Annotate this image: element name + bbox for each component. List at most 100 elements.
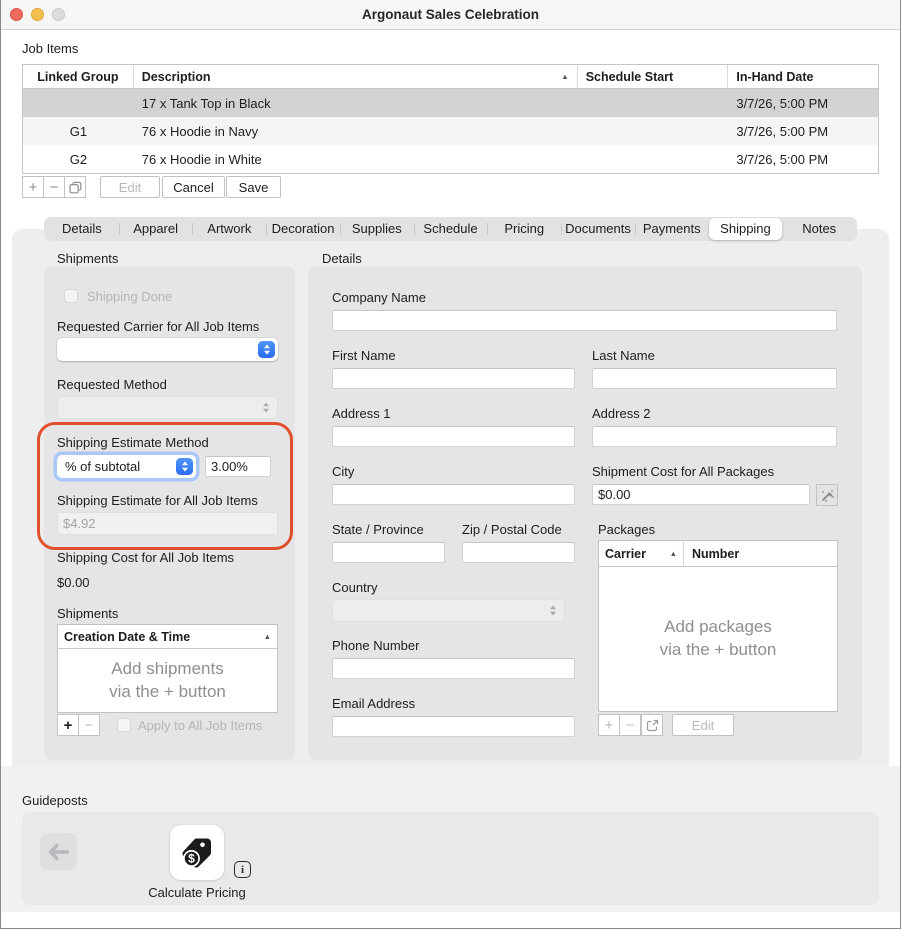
- company-name-label: Company Name: [332, 290, 426, 305]
- city-label: City: [332, 464, 354, 479]
- column-header-description[interactable]: Description▲: [134, 65, 578, 88]
- calculate-shipment-cost-button[interactable]: [816, 484, 838, 506]
- address1-label: Address 1: [332, 406, 391, 421]
- packages-table-header: Carrier ▲ Number: [599, 541, 837, 567]
- city-field[interactable]: [332, 484, 575, 505]
- first-name-label: First Name: [332, 348, 396, 363]
- shipments-table-header[interactable]: Creation Date & Time ▲: [58, 625, 277, 649]
- zip-field[interactable]: [462, 542, 575, 563]
- column-header-carrier[interactable]: Carrier ▲: [599, 541, 684, 566]
- tab-details[interactable]: Details: [45, 218, 119, 240]
- remove-shipment-button: −: [78, 714, 100, 736]
- last-name-field[interactable]: [592, 368, 837, 389]
- packages-table-label: Packages: [598, 522, 655, 537]
- last-name-label: Last Name: [592, 348, 655, 363]
- minus-icon: −: [626, 717, 635, 734]
- estimate-all-label: Shipping Estimate for All Job Items: [57, 493, 258, 508]
- requested-carrier-select[interactable]: [57, 338, 278, 361]
- estimate-method-value: % of subtotal: [65, 459, 140, 474]
- sort-ascending-icon: ▲: [561, 72, 568, 81]
- open-package-window-button[interactable]: [641, 714, 663, 736]
- price-tag-icon: $: [178, 834, 216, 872]
- tab-payments[interactable]: Payments: [635, 218, 709, 240]
- address1-field[interactable]: [332, 426, 575, 447]
- job-items-table: Linked Group Description▲ Schedule Start…: [22, 64, 879, 174]
- minus-icon: −: [85, 717, 94, 734]
- add-shipment-button[interactable]: +: [57, 714, 79, 736]
- duplicate-job-item-button[interactable]: [64, 176, 86, 198]
- edit-job-item-button[interactable]: Edit: [100, 176, 160, 198]
- column-header-schedule-start[interactable]: Schedule Start: [578, 65, 729, 88]
- calculate-pricing-label: Calculate Pricing: [137, 885, 257, 900]
- save-button[interactable]: Save: [226, 176, 281, 198]
- shipping-cost-label: Shipping Cost for All Job Items: [57, 550, 234, 565]
- sort-ascending-icon: ▲: [670, 549, 677, 558]
- estimate-method-select[interactable]: % of subtotal: [57, 455, 196, 478]
- apply-all-checkbox: [117, 718, 131, 732]
- sort-ascending-icon: ▲: [264, 632, 271, 641]
- tab-schedule[interactable]: Schedule: [414, 218, 488, 240]
- country-select: [332, 599, 565, 622]
- guideposts-back-button[interactable]: [40, 833, 77, 870]
- address2-field[interactable]: [592, 426, 837, 447]
- estimate-method-label: Shipping Estimate Method: [57, 435, 209, 450]
- info-icon[interactable]: i: [234, 861, 251, 878]
- shipping-done-label: Shipping Done: [87, 289, 172, 304]
- calculate-pricing-button[interactable]: $: [170, 825, 224, 880]
- add-job-item-button[interactable]: +: [22, 176, 44, 198]
- titlebar: Argonaut Sales Celebration: [0, 0, 901, 30]
- open-external-icon: [646, 719, 659, 732]
- column-header-linked-group[interactable]: Linked Group: [23, 65, 134, 88]
- svg-text:$: $: [188, 851, 195, 865]
- popup-chevrons-icon: [176, 458, 193, 475]
- job-items-table-header: Linked Group Description▲ Schedule Start…: [23, 65, 878, 89]
- estimate-value-field: [57, 512, 278, 535]
- tab-artwork[interactable]: Artwork: [192, 218, 266, 240]
- column-header-number[interactable]: Number: [684, 541, 747, 566]
- table-row[interactable]: G1 76 x Hoodie in Navy 3/7/26, 5:00 PM: [23, 117, 878, 145]
- plus-icon: +: [605, 717, 614, 734]
- cancel-button[interactable]: Cancel: [162, 176, 225, 198]
- first-name-field[interactable]: [332, 368, 575, 389]
- estimate-rate-field[interactable]: [205, 456, 271, 477]
- packages-placeholder: Add packages via the + button: [599, 567, 837, 711]
- state-label: State / Province: [332, 522, 424, 537]
- popup-chevrons-icon: [258, 341, 275, 358]
- add-package-button[interactable]: +: [598, 714, 620, 736]
- remove-job-item-button[interactable]: −: [43, 176, 65, 198]
- shipments-placeholder: Add shipments via the + button: [58, 649, 277, 712]
- zip-label: Zip / Postal Code: [462, 522, 562, 537]
- tab-supplies[interactable]: Supplies: [340, 218, 414, 240]
- minus-icon: −: [50, 179, 59, 196]
- table-row[interactable]: G2 76 x Hoodie in White 3/7/26, 5:00 PM: [23, 145, 878, 173]
- tab-shipping[interactable]: Shipping: [709, 218, 783, 240]
- tab-pricing[interactable]: Pricing: [487, 218, 561, 240]
- packages-table: Carrier ▲ Number Add packages via the + …: [598, 540, 838, 712]
- shipments-group-label: Shipments: [57, 251, 118, 266]
- phone-field[interactable]: [332, 658, 575, 679]
- window-title: Argonaut Sales Celebration: [0, 7, 901, 22]
- email-field[interactable]: [332, 716, 575, 737]
- popup-chevrons-icon: [262, 402, 270, 413]
- state-field[interactable]: [332, 542, 445, 563]
- shipment-cost-label: Shipment Cost for All Packages: [592, 464, 774, 479]
- tab-notes[interactable]: Notes: [782, 218, 856, 240]
- back-arrow-icon: [48, 843, 70, 861]
- column-header-in-hand-date[interactable]: In-Hand Date: [728, 65, 878, 88]
- popup-chevrons-icon: [549, 605, 557, 616]
- tab-apparel[interactable]: Apparel: [119, 218, 193, 240]
- email-label: Email Address: [332, 696, 415, 711]
- guideposts-label: Guideposts: [22, 793, 88, 808]
- tab-bar: Details Apparel Artwork Decoration Suppl…: [44, 217, 857, 241]
- company-name-field[interactable]: [332, 310, 837, 331]
- duplicate-icon: [69, 181, 82, 194]
- shipment-cost-field[interactable]: [592, 484, 810, 505]
- tab-documents[interactable]: Documents: [561, 218, 635, 240]
- requested-method-label: Requested Method: [57, 377, 167, 392]
- table-row[interactable]: 17 x Tank Top in Black 3/7/26, 5:00 PM: [23, 89, 878, 117]
- details-group-label: Details: [322, 251, 362, 266]
- tab-decoration[interactable]: Decoration: [266, 218, 340, 240]
- shipments-table: Creation Date & Time ▲ Add shipments via…: [57, 624, 278, 713]
- magic-wand-icon: [820, 488, 835, 503]
- shipping-cost-value: $0.00: [57, 575, 90, 590]
